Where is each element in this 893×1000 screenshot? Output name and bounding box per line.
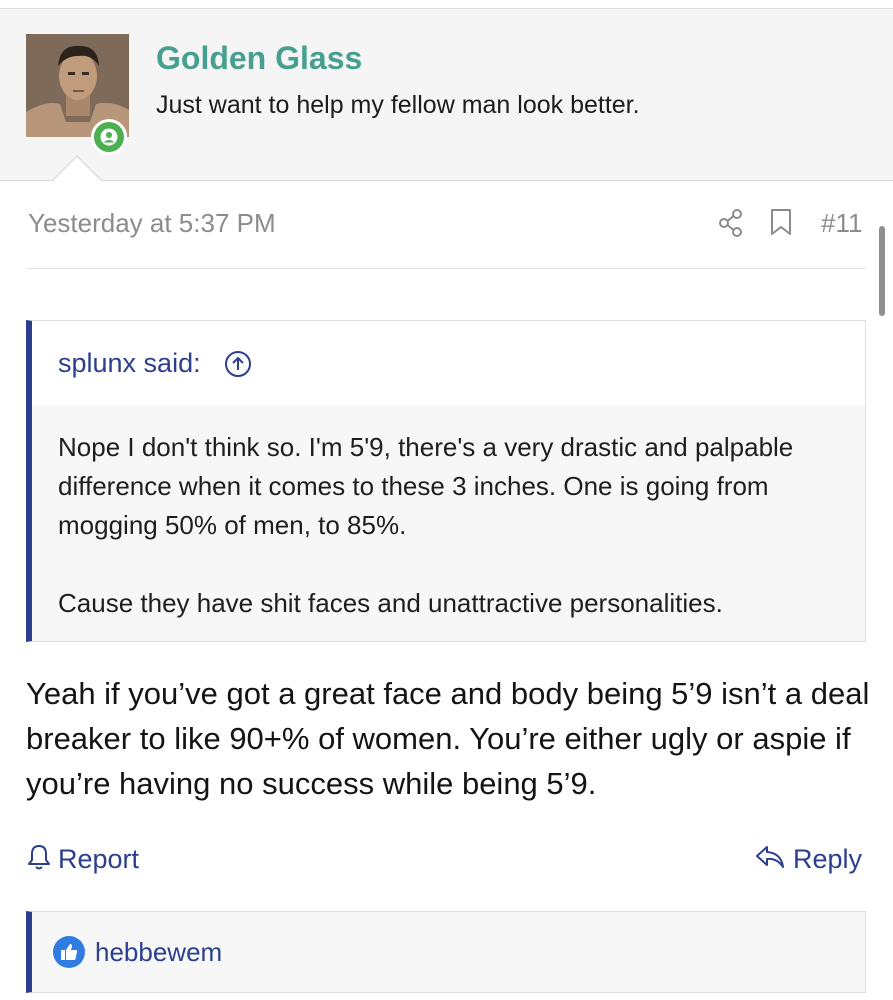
quote-body: Nope I don't think so. I'm 5'9, there's … [58,428,848,623]
user-icon [100,128,118,146]
online-status-badge [91,119,127,155]
quote-header: splunx said: [32,321,865,405]
quote-paragraph: Nope I don't think so. I'm 5'9, there's … [58,432,794,540]
share-icon[interactable] [718,209,744,242]
scrollbar[interactable] [879,226,885,316]
post-message: Yeah if you’ve got a great face and body… [26,676,870,801]
arrow-up-circle-icon[interactable] [224,350,252,383]
bell-icon [26,843,52,878]
top-border [0,0,893,9]
bookmark-icon[interactable] [770,208,792,241]
reply-label: Reply [793,844,863,874]
thumbs-up-icon [53,936,85,968]
quote-block: splunx said: Nope I don't think so. I'm … [26,320,866,642]
reply-arrow-icon [755,843,785,878]
post-timestamp[interactable]: Yesterday at 5:37 PM [28,208,276,239]
quote-author[interactable]: splunx said: [58,348,201,379]
reaction-user-link[interactable]: hebbewem [95,937,222,968]
user-title: Just want to help my fellow man look bet… [156,91,640,119]
quote-paragraph: Cause they have shit faces and unattract… [58,588,723,618]
report-label: Report [58,844,140,874]
post-number[interactable]: #11 [821,208,862,239]
header-divider [26,268,866,269]
reply-button[interactable]: Reply [755,843,862,878]
report-button[interactable]: Report [26,843,139,878]
header-caret-fill [53,157,101,181]
user-header: Golden Glass Just want to help my fellow… [0,9,893,181]
reactions-bar: hebbewem [26,911,866,993]
username[interactable]: Golden Glass [156,40,362,77]
